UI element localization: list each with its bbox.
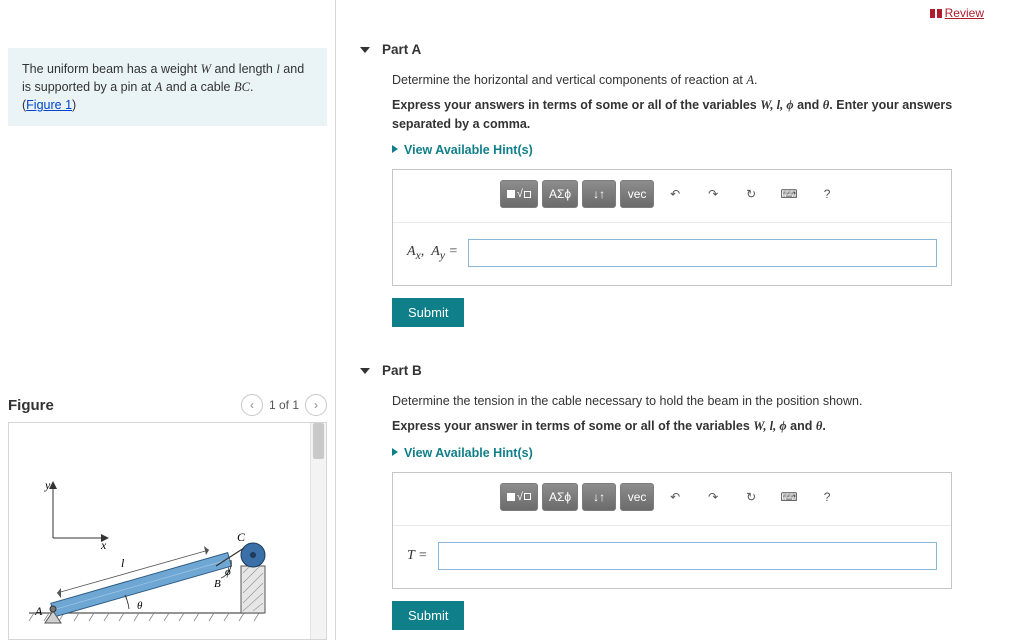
problem-text: and a cable [162, 80, 234, 94]
keyboard-button[interactable]: ⌨ [772, 180, 806, 208]
templates-button[interactable]: √ [500, 180, 538, 208]
angle-phi-label: ϕ [225, 566, 231, 578]
caret-down-icon [360, 47, 370, 53]
part-b-answer-label: T = [407, 548, 428, 564]
part-a-title: Part A [382, 42, 421, 57]
point-B-label: B [214, 578, 221, 590]
part-b-prompt: Determine the tension in the cable neces… [392, 392, 994, 411]
greek-button[interactable]: ΑΣϕ [542, 483, 578, 511]
part-b-title: Part B [382, 363, 422, 378]
part-a: Part A Determine the horizontal and vert… [360, 42, 994, 327]
undo-button[interactable]: ↶ [658, 483, 692, 511]
redo-button[interactable]: ↷ [696, 483, 730, 511]
part-a-answer-box: √ ΑΣϕ ↓↑ vec ↶ ↷ ↻ ⌨ ? Ax, Ay = [392, 169, 952, 286]
part-b-answer-box: √ ΑΣϕ ↓↑ vec ↶ ↷ ↻ ⌨ ? T = [392, 472, 952, 589]
problem-text: The uniform beam has a weight [22, 62, 201, 76]
caret-down-icon [360, 368, 370, 374]
triangle-right-icon [392, 448, 398, 456]
reset-button[interactable]: ↻ [734, 483, 768, 511]
length-label: l [121, 556, 125, 570]
part-b-hints-toggle[interactable]: View Available Hint(s) [392, 446, 994, 460]
var-W: W [201, 62, 211, 76]
figure-scrollbar[interactable] [310, 423, 326, 639]
part-b: Part B Determine the tension in the cabl… [360, 363, 994, 630]
part-b-header[interactable]: Part B [360, 363, 994, 378]
subsup-button[interactable]: ↓↑ [582, 180, 616, 208]
vec-button[interactable]: vec [620, 180, 654, 208]
part-b-answer-input[interactable] [438, 542, 938, 570]
figure-next-button[interactable]: › [305, 394, 327, 416]
vec-button[interactable]: vec [620, 483, 654, 511]
review-link[interactable]: Review [930, 6, 984, 20]
keyboard-button[interactable]: ⌨ [772, 483, 806, 511]
figure-counter: 1 of 1 [269, 398, 299, 412]
point-C-label: C [237, 530, 246, 544]
var-BC: BC [234, 80, 250, 94]
redo-button[interactable]: ↷ [696, 180, 730, 208]
equation-toolbar: √ ΑΣϕ ↓↑ vec ↶ ↷ ↻ ⌨ ? [393, 170, 951, 223]
problem-statement: The uniform beam has a weight W and leng… [8, 48, 327, 126]
part-b-submit-button[interactable]: Submit [392, 601, 464, 630]
part-a-hints-toggle[interactable]: View Available Hint(s) [392, 143, 994, 157]
figure-canvas: y x l A B C θ ϕ [8, 422, 327, 640]
greek-button[interactable]: ΑΣϕ [542, 180, 578, 208]
part-b-instructions: Express your answer in terms of some or … [392, 417, 994, 436]
axis-x-label: x [100, 538, 107, 552]
figure-title: Figure [8, 397, 54, 414]
part-a-header[interactable]: Part A [360, 42, 994, 57]
equation-toolbar: √ ΑΣϕ ↓↑ vec ↶ ↷ ↻ ⌨ ? [393, 473, 951, 526]
templates-button[interactable]: √ [500, 483, 538, 511]
part-a-answer-label: Ax, Ay = [407, 244, 458, 262]
part-a-prompt: Determine the horizontal and vertical co… [392, 71, 994, 90]
help-button[interactable]: ? [810, 180, 844, 208]
figure-link[interactable]: Figure 1 [26, 98, 72, 112]
problem-text: . [250, 80, 253, 94]
help-button[interactable]: ? [810, 483, 844, 511]
part-a-submit-button[interactable]: Submit [392, 298, 464, 327]
angle-theta-label: θ [137, 600, 143, 612]
figure-prev-button[interactable]: ‹ [241, 394, 263, 416]
subsup-button[interactable]: ↓↑ [582, 483, 616, 511]
point-A-label: A [34, 604, 43, 618]
flag-icon [930, 9, 942, 19]
reset-button[interactable]: ↻ [734, 180, 768, 208]
undo-button[interactable]: ↶ [658, 180, 692, 208]
problem-text: and length [211, 62, 276, 76]
part-a-answer-input[interactable] [468, 239, 937, 267]
triangle-right-icon [392, 145, 398, 153]
axis-y-label: y [44, 478, 51, 492]
part-a-instructions: Express your answers in terms of some or… [392, 96, 994, 134]
